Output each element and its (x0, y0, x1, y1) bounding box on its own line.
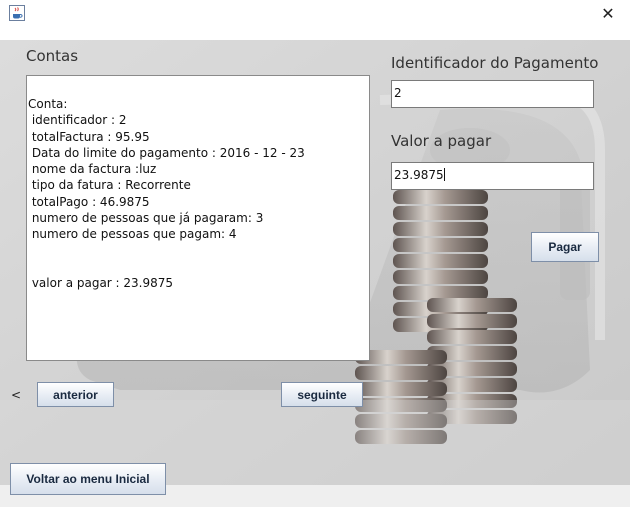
voltar-menu-button[interactable]: Voltar ao menu Inicial (10, 463, 166, 495)
close-button[interactable]: ✕ (594, 2, 622, 24)
pagar-button[interactable]: Pagar (531, 232, 599, 262)
title-bar: ✕ (0, 0, 630, 28)
valor-field[interactable]: 23.9875 (391, 162, 594, 190)
contas-label: Contas (26, 47, 79, 65)
text-caret (443, 168, 445, 181)
valor-value: 23.9875 (394, 168, 444, 182)
seguinte-button[interactable]: seguinte (281, 382, 363, 407)
anterior-button[interactable]: anterior (37, 382, 114, 407)
identificador-value: 2 (394, 86, 402, 100)
identificador-label: Identificador do Pagamento (391, 54, 599, 72)
previous-arrow: < (11, 388, 22, 402)
close-icon: ✕ (601, 3, 615, 23)
valor-label: Valor a pagar (391, 132, 492, 150)
identificador-field[interactable]: 2 (391, 80, 594, 108)
java-coffee-icon (9, 5, 25, 21)
account-details-textarea[interactable]: Conta: identificador : 2 totalFactura : … (26, 75, 370, 361)
